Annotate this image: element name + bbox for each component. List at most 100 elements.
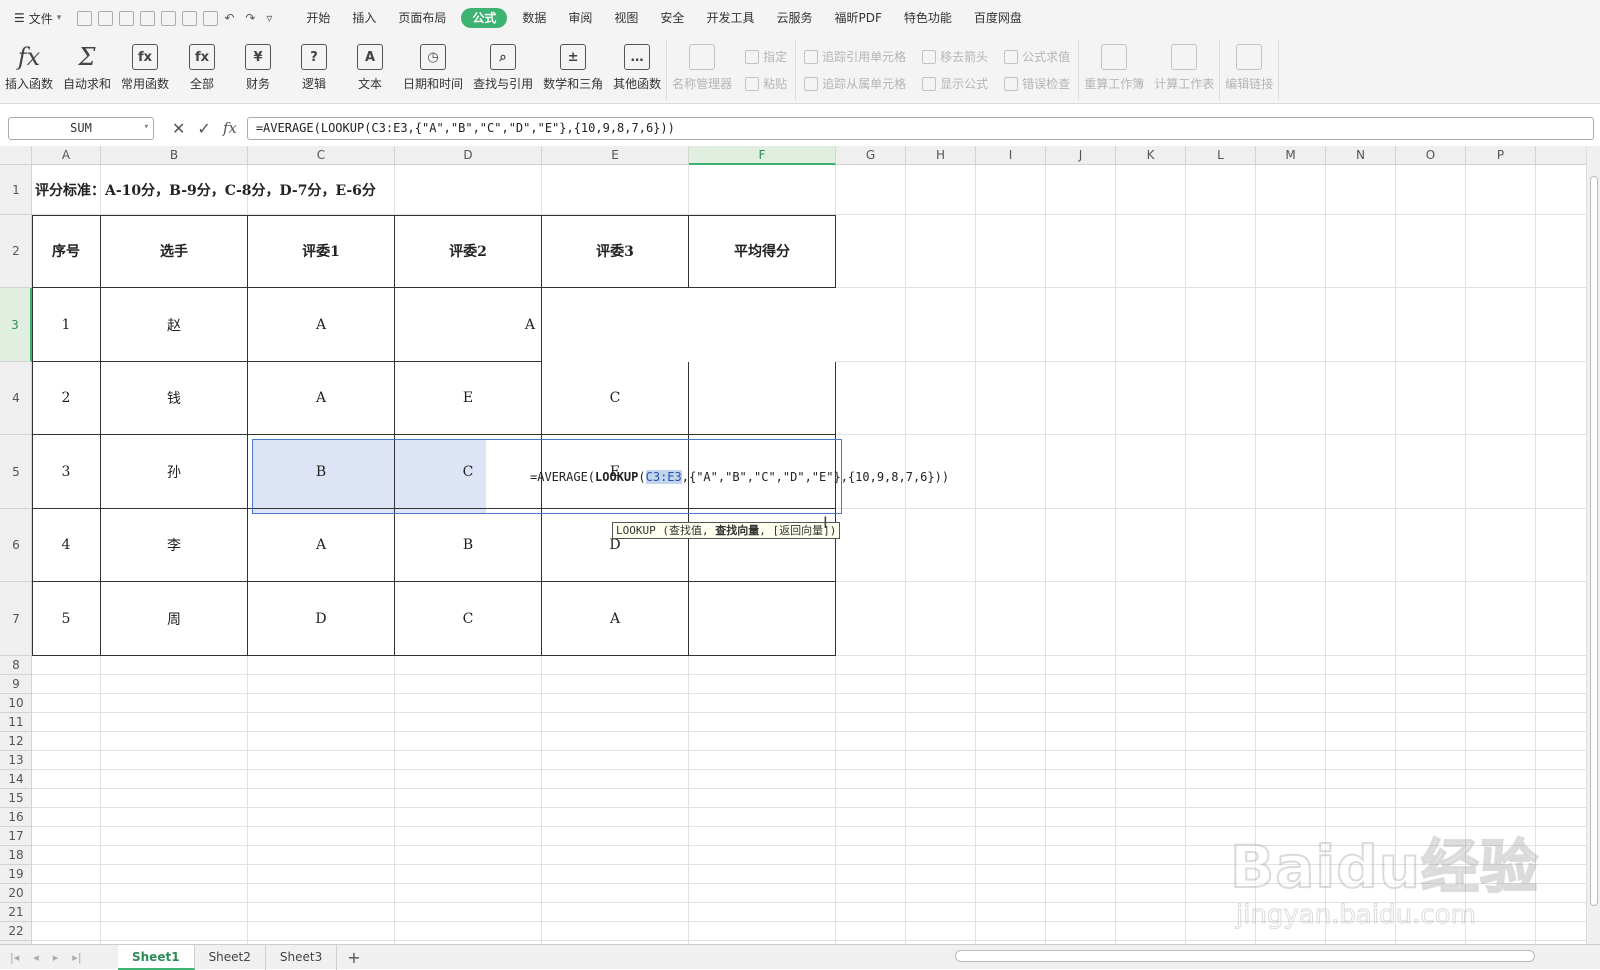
text-functions-button[interactable]: A 文本: [342, 36, 398, 104]
table-cell-C7[interactable]: D: [248, 582, 395, 656]
menu-tab-12[interactable]: 百度网盘: [963, 0, 1033, 36]
row-header-22[interactable]: 22: [0, 922, 32, 941]
table-cell-C6[interactable]: A: [248, 509, 395, 582]
export-pdf-icon[interactable]: [140, 10, 156, 26]
other-functions-button[interactable]: … 其他函数: [608, 36, 666, 104]
menu-tab-3[interactable]: 公式: [461, 8, 508, 28]
trace-precedents-button[interactable]: 追踪引用单元格: [804, 48, 906, 65]
header-cell-C[interactable]: 评委1: [248, 215, 395, 288]
prev-sheet-icon[interactable]: ◂: [33, 951, 39, 964]
row-header-7[interactable]: 7: [0, 582, 32, 656]
menu-tab-2[interactable]: 页面布局: [387, 0, 457, 36]
common-functions-button[interactable]: fx 常用函数: [116, 36, 174, 104]
show-formulas-button[interactable]: 显示公式: [922, 75, 988, 92]
table-cell-D4[interactable]: E: [395, 362, 542, 435]
chevron-down-icon[interactable]: ▾: [144, 122, 149, 132]
title-cell[interactable]: 评分标准：A-10分，B-9分，C-8分，D-7分，E-6分: [32, 165, 836, 215]
column-header-M[interactable]: M: [1256, 146, 1326, 165]
paste-button[interactable]: 粘贴: [745, 75, 787, 92]
row-header-11[interactable]: 11: [0, 713, 32, 732]
row-header-21[interactable]: 21: [0, 903, 32, 922]
financial-button[interactable]: ¥ 财务: [230, 36, 286, 104]
header-cell-A[interactable]: 序号: [32, 215, 101, 288]
row-header-8[interactable]: 8: [0, 656, 32, 675]
column-header-A[interactable]: A: [32, 146, 101, 165]
name-box[interactable]: SUM ▾: [8, 116, 154, 140]
table-cell-C3[interactable]: A: [248, 288, 395, 362]
row-header-6[interactable]: 6: [0, 509, 32, 582]
row-header-13[interactable]: 13: [0, 751, 32, 770]
file-menu[interactable]: ☰ 文件 ▾: [0, 10, 71, 27]
table-cell-B6[interactable]: 李: [101, 509, 248, 582]
header-cell-D[interactable]: 评委2: [395, 215, 542, 288]
sheet-tab-3[interactable]: Sheet3: [266, 944, 338, 970]
table-cell-D3[interactable]: A: [395, 288, 542, 362]
row-header-5[interactable]: 5: [0, 435, 32, 509]
redo-icon[interactable]: ↷: [245, 11, 260, 26]
column-header-F[interactable]: F: [689, 146, 836, 165]
remove-arrows-button[interactable]: 移去箭头: [922, 48, 988, 65]
formula-input[interactable]: =AVERAGE(LOOKUP(C3:E3,{"A","B","C","D","…: [246, 116, 1594, 140]
column-header-O[interactable]: O: [1396, 146, 1466, 165]
menu-tab-4[interactable]: 数据: [511, 0, 557, 36]
confirm-icon[interactable]: ✓: [197, 119, 210, 138]
column-header-D[interactable]: D: [395, 146, 542, 165]
cancel-icon[interactable]: ✕: [172, 119, 185, 138]
table-cell-D6[interactable]: B: [395, 509, 542, 582]
preview-icon[interactable]: [203, 10, 219, 26]
menu-tab-1[interactable]: 插入: [341, 0, 387, 36]
column-header-J[interactable]: J: [1046, 146, 1116, 165]
menu-tab-10[interactable]: 福昕PDF: [823, 0, 892, 36]
evaluate-formula-button[interactable]: 公式求值: [1004, 48, 1070, 65]
save-icon[interactable]: [119, 10, 135, 26]
table-cell-A3[interactable]: 1: [32, 288, 101, 362]
customize-icon[interactable]: ▿: [266, 11, 281, 26]
menu-tab-7[interactable]: 安全: [649, 0, 695, 36]
header-cell-B[interactable]: 选手: [101, 215, 248, 288]
trace-dependents-button[interactable]: 追踪从属单元格: [804, 75, 906, 92]
menu-tab-0[interactable]: 开始: [295, 0, 341, 36]
row-header-3[interactable]: 3: [0, 288, 32, 362]
table-cell-B7[interactable]: 周: [101, 582, 248, 656]
first-sheet-icon[interactable]: |◂: [10, 951, 19, 964]
table-cell-B3[interactable]: 赵: [101, 288, 248, 362]
row-header-18[interactable]: 18: [0, 846, 32, 865]
in-cell-formula-editor[interactable]: =AVERAGE(LOOKUP(C3:E3 ,{"A","B","C","D","…: [530, 440, 949, 514]
next-sheet-icon[interactable]: ▸: [53, 951, 59, 964]
fx-icon[interactable]: fx: [223, 119, 237, 137]
table-cell-F6[interactable]: [689, 509, 836, 582]
row-header-17[interactable]: 17: [0, 827, 32, 846]
row-header-16[interactable]: 16: [0, 808, 32, 827]
column-header-L[interactable]: L: [1186, 146, 1256, 165]
column-header-K[interactable]: K: [1116, 146, 1186, 165]
column-header-I[interactable]: I: [976, 146, 1046, 165]
table-cell-B4[interactable]: 钱: [101, 362, 248, 435]
row-header-19[interactable]: 19: [0, 865, 32, 884]
row-header-10[interactable]: 10: [0, 694, 32, 713]
menu-tab-5[interactable]: 审阅: [557, 0, 603, 36]
menu-tab-8[interactable]: 开发工具: [695, 0, 765, 36]
table-cell-D7[interactable]: C: [395, 582, 542, 656]
table-cell-E6[interactable]: D: [542, 509, 689, 582]
menu-tab-11[interactable]: 特色功能: [893, 0, 963, 36]
table-cell-E4[interactable]: C: [542, 362, 689, 435]
table-cell-F4[interactable]: [689, 362, 836, 435]
table-cell-A5[interactable]: 3: [32, 435, 101, 509]
table-cell-E7[interactable]: A: [542, 582, 689, 656]
column-header-B[interactable]: B: [101, 146, 248, 165]
select-all-corner[interactable]: [0, 146, 32, 165]
row-header-4[interactable]: 4: [0, 362, 32, 435]
column-header-E[interactable]: E: [542, 146, 689, 165]
table-cell-F7[interactable]: [689, 582, 836, 656]
all-functions-button[interactable]: fx 全部: [174, 36, 230, 104]
recalc-workbook-button[interactable]: 重算工作簿: [1079, 36, 1149, 104]
header-cell-E[interactable]: 评委3: [542, 215, 689, 288]
column-header-P[interactable]: P: [1466, 146, 1536, 165]
row-header-9[interactable]: 9: [0, 675, 32, 694]
name-manager-button[interactable]: 名称管理器: [667, 36, 737, 104]
math-trig-button[interactable]: ± 数学和三角: [538, 36, 608, 104]
table-cell-E3[interactable]: [542, 288, 689, 362]
edit-links-button[interactable]: 编辑链接: [1220, 36, 1278, 104]
row-header-20[interactable]: 20: [0, 884, 32, 903]
column-header-C[interactable]: C: [248, 146, 395, 165]
